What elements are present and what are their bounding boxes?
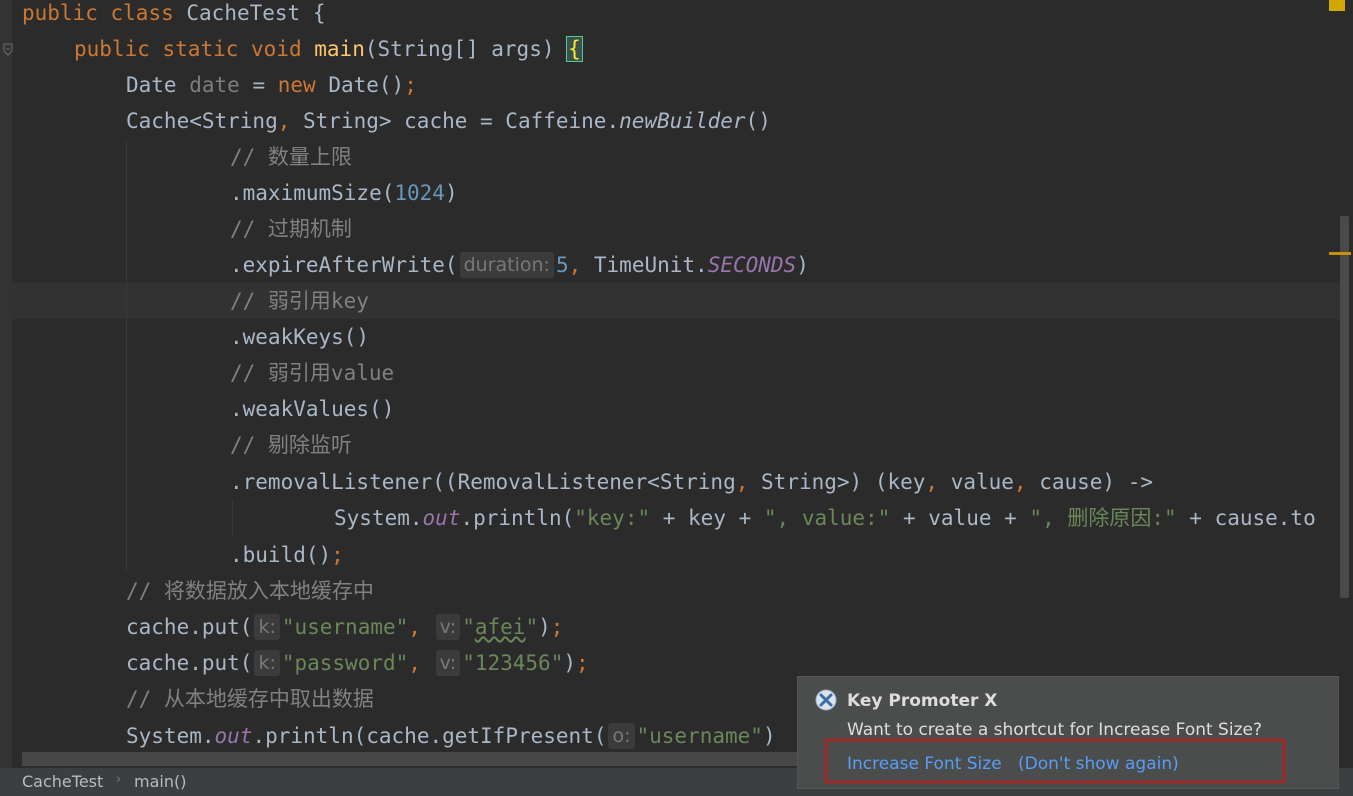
breadcrumb-class[interactable]: CacheTest [22, 772, 103, 791]
key-promoter-notification: Key Promoter X Want to create a shortcut… [797, 676, 1339, 789]
code-line: cache.put(k: "username", v: "afei"); [126, 614, 564, 640]
current-line-highlight [12, 283, 1342, 319]
indent-guide [232, 500, 233, 536]
code-line: .build(); [230, 543, 344, 567]
code-comment: // 剔除监听 [230, 433, 352, 457]
code-line: System.out.println("key:" + key + ", val… [334, 506, 1316, 530]
vertical-scrollbar[interactable] [1340, 216, 1349, 598]
code-line: public static void main(String[] args) { [74, 36, 583, 62]
increase-font-size-link[interactable]: Increase Font Size [847, 754, 1002, 774]
breadcrumb-method[interactable]: main() [134, 772, 186, 791]
indent-guide [126, 140, 127, 572]
code-line: .weakKeys() [230, 325, 370, 349]
code-comment: // 从本地缓存中取出数据 [126, 687, 374, 711]
fold-marker-icon[interactable] [3, 43, 13, 57]
horizontal-scrollbar[interactable] [22, 752, 802, 766]
code-line: .maximumSize(1024) [230, 181, 458, 205]
notification-title: Key Promoter X [847, 691, 998, 711]
code-comment: // 过期机制 [230, 217, 352, 241]
matched-brace: { [566, 36, 583, 62]
breadcrumb-separator: › [116, 772, 122, 787]
code-line: Cache<String, String> cache = Caffeine.n… [126, 109, 771, 133]
code-comment: // 弱引用key [230, 289, 369, 313]
code-line: public class CacheTest { [22, 1, 326, 25]
parameter-hint: k: [254, 650, 280, 676]
code-comment: // 数量上限 [230, 145, 352, 169]
dont-show-again-link[interactable]: (Don't show again) [1018, 754, 1179, 774]
warning-status-marker[interactable] [1329, 0, 1345, 11]
parameter-hint: o: [608, 723, 635, 749]
editor-gutter [0, 0, 13, 768]
code-line: .removalListener((RemovalListener<String… [230, 470, 1154, 494]
parameter-hint: v: [435, 650, 461, 676]
parameter-hint: v: [435, 614, 461, 640]
code-comment: // 弱引用value [230, 361, 395, 385]
code-comment: // 将数据放入本地缓存中 [126, 579, 374, 603]
code-line: Date date = new Date(); [126, 73, 417, 97]
code-line: .weakValues() [230, 397, 395, 421]
parameter-hint: k: [254, 614, 280, 640]
code-editor[interactable]: public class CacheTest { public static v… [0, 0, 1353, 768]
key-promoter-icon [815, 689, 837, 711]
error-stripe-marker[interactable] [1329, 252, 1351, 255]
notification-message: Want to create a shortcut for Increase F… [847, 720, 1262, 740]
parameter-hint: duration: [459, 252, 554, 278]
code-line: System.out.println(cache.getIfPresent(o:… [126, 723, 776, 749]
typo-warning: afei [474, 615, 526, 639]
code-line: cache.put(k: "password", v: "123456"); [126, 650, 589, 676]
code-line: .expireAfterWrite(duration: 5, TimeUnit.S… [230, 252, 809, 278]
